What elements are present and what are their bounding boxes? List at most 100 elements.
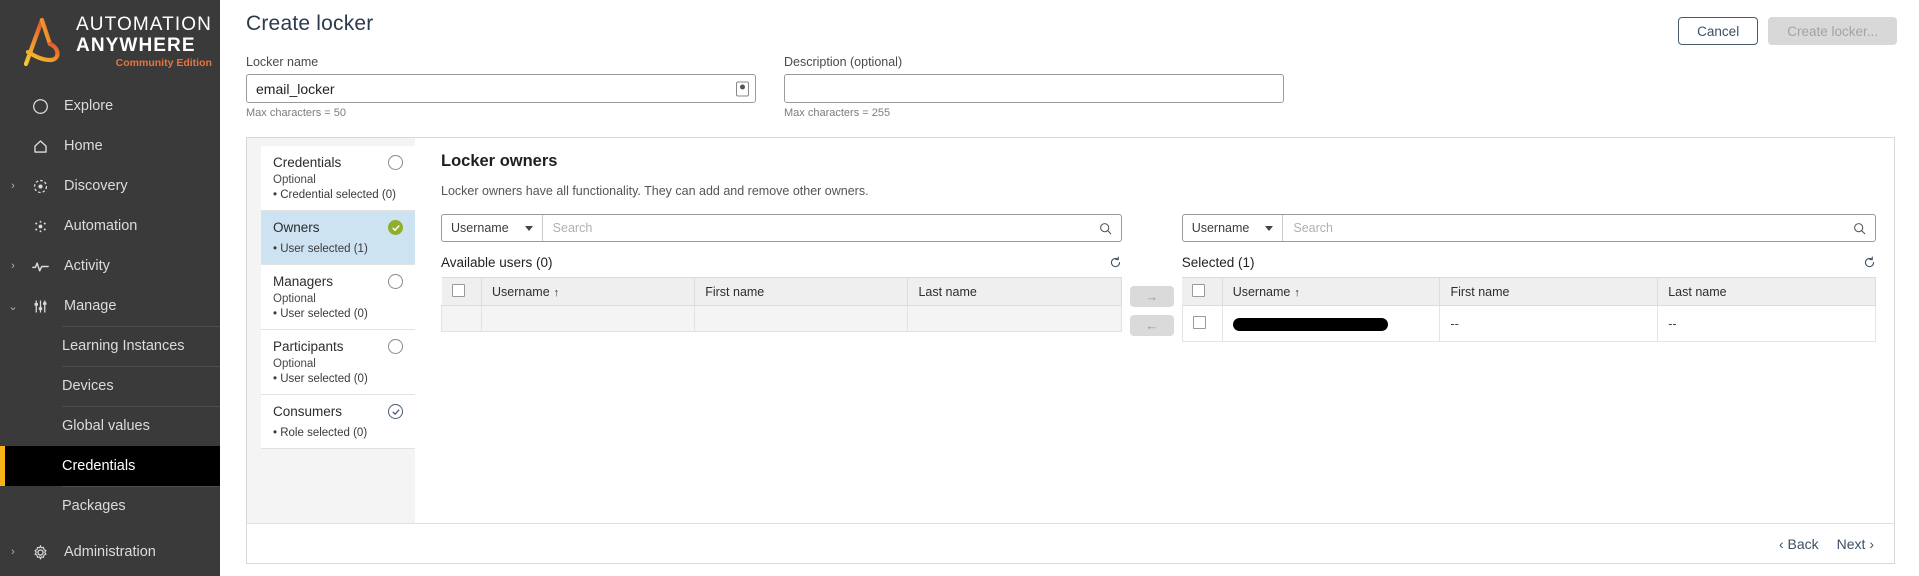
sidebar-item-manage[interactable]: ⌄ Manage — [0, 286, 220, 326]
step-owners-status-check-icon — [388, 220, 403, 235]
search-icon-selected[interactable] — [1844, 222, 1875, 235]
automation-anywhere-logo-icon — [16, 14, 68, 70]
discovery-icon — [26, 178, 54, 195]
sidebar-item-global-values-label: Global values — [62, 418, 150, 434]
description-label: Description (optional) — [784, 55, 903, 69]
refresh-icon-available[interactable] — [1109, 256, 1122, 269]
selected-search-input[interactable] — [1283, 215, 1844, 241]
step-participants-status-circle-icon — [388, 339, 403, 354]
add-selected-button[interactable]: → — [1129, 286, 1174, 307]
sidebar-item-home[interactable]: Home — [0, 126, 220, 166]
selected-search-bar: Username — [1181, 214, 1876, 242]
selected-select-all-header — [1182, 277, 1223, 306]
sidebar-item-packages-label: Packages — [62, 498, 126, 514]
available-select-all-checkbox[interactable] — [451, 283, 465, 297]
sidebar-item-home-label: Home — [64, 138, 103, 154]
available-list-title: Available users (0) — [441, 255, 553, 270]
sidebar-item-learning-instances[interactable]: Learning Instances — [0, 326, 220, 366]
sidebar-item-packages[interactable]: Packages — [0, 486, 220, 526]
sidebar-item-administration[interactable]: › Administration — [0, 532, 220, 572]
sidebar-item-explore[interactable]: Explore — [0, 86, 220, 126]
sidebar-item-activity[interactable]: › Activity — [0, 246, 220, 286]
step-consumers-title: Consumers — [273, 404, 343, 419]
sidebar: AUTOMATION ANYWHERE Community Edition Ex… — [0, 0, 220, 576]
locker-name-picker-icon[interactable] — [736, 81, 749, 96]
selected-filter-dropdown[interactable]: Username — [1183, 215, 1284, 241]
sidebar-item-global-values[interactable]: Global values — [0, 406, 220, 446]
step-managers[interactable]: Managers Optional • User selected (0) — [261, 265, 415, 330]
selected-table-header-row: Username ↑ First name Last name — [1182, 277, 1876, 306]
available-users-table: Username ↑ First name Last name — [441, 277, 1122, 332]
cancel-button[interactable]: Cancel — [1678, 17, 1759, 45]
step-credentials-status-circle-icon — [388, 155, 403, 170]
description-hint: Max characters = 255 — [784, 107, 891, 119]
sidebar-item-credentials[interactable]: Credentials — [0, 446, 220, 486]
available-select-all-header — [441, 277, 482, 306]
create-locker-button: Create locker... — [1768, 17, 1897, 45]
step-consumers-status-check-icon — [388, 404, 403, 419]
available-col-last-name[interactable]: Last name — [907, 277, 1122, 306]
chevron-right-icon-discovery[interactable]: › — [0, 180, 26, 192]
locker-name-label: Locker name — [246, 55, 319, 69]
available-col-first-name[interactable]: First name — [694, 277, 909, 306]
app-root: AUTOMATION ANYWHERE Community Edition Ex… — [0, 0, 1919, 576]
sidebar-item-manage-label: Manage — [64, 298, 117, 314]
home-icon — [26, 138, 54, 155]
step-participants[interactable]: Participants Optional • User selected (0… — [261, 330, 415, 395]
locker-name-field-group: Locker name Max characters = 50 — [246, 55, 756, 119]
back-button[interactable]: ‹ Back — [1779, 536, 1819, 552]
search-icon-available[interactable] — [1090, 222, 1121, 235]
selected-filter-label: Username — [1191, 221, 1250, 235]
step-managers-optional: Optional — [273, 293, 316, 305]
selected-col-last-name[interactable]: Last name — [1657, 277, 1876, 306]
chevron-right-icon-activity[interactable]: › — [0, 260, 26, 272]
selected-col-username[interactable]: Username ↑ — [1222, 277, 1441, 306]
step-list: Credentials Optional • Credential select… — [247, 138, 415, 523]
chevron-down-icon-selected-filter — [1265, 225, 1274, 231]
wizard-footer: ‹ Back Next › — [247, 523, 1894, 563]
brand-logo[interactable]: AUTOMATION ANYWHERE Community Edition — [0, 0, 220, 86]
step-participants-title: Participants — [273, 339, 344, 354]
refresh-icon-selected[interactable] — [1863, 256, 1876, 269]
top-actions: Cancel Create locker... — [1678, 12, 1897, 45]
locker-form: Locker name Max characters = 50 Descript… — [220, 45, 1919, 119]
sidebar-item-explore-label: Explore — [64, 98, 114, 114]
step-managers-sub: • User selected (0) — [273, 308, 368, 320]
available-search-input[interactable] — [542, 215, 1090, 241]
available-filter-dropdown[interactable]: Username — [442, 215, 543, 241]
table-row[interactable]: -- -- — [1181, 305, 1876, 342]
locker-name-input[interactable] — [246, 74, 756, 103]
step-owners[interactable]: Owners • User selected (1) — [261, 211, 415, 265]
sidebar-item-activity-label: Activity — [64, 258, 110, 274]
sidebar-item-devices[interactable]: Devices — [0, 366, 220, 406]
selected-row-checkbox[interactable] — [1192, 315, 1206, 329]
wizard-panel: Credentials Optional • Credential select… — [246, 137, 1895, 564]
description-input[interactable] — [784, 74, 1284, 103]
sidebar-item-discovery[interactable]: › Discovery — [0, 166, 220, 206]
sidebar-item-administration-label: Administration — [64, 544, 156, 560]
remove-selected-button[interactable]: ← — [1129, 315, 1174, 336]
sidebar-nav: Explore Home › Discovery Automation › Ac… — [0, 86, 220, 572]
chevron-down-icon-manage[interactable]: ⌄ — [0, 300, 26, 313]
next-button[interactable]: Next › — [1837, 536, 1874, 552]
sidebar-item-automation[interactable]: Automation — [0, 206, 220, 246]
step-consumers[interactable]: Consumers • Role selected (0) — [261, 395, 415, 449]
selected-row-first-name: -- — [1439, 305, 1659, 342]
automation-icon — [26, 218, 54, 235]
available-col-username[interactable]: Username ↑ — [481, 277, 696, 306]
available-users-column: Username Available users (0) — [441, 214, 1122, 332]
step-credentials[interactable]: Credentials Optional • Credential select… — [261, 146, 415, 211]
selected-row-checkbox-cell — [1181, 305, 1223, 342]
transfer-widget: Username Available users (0) — [441, 214, 1876, 342]
available-list-header: Available users (0) — [441, 255, 1122, 270]
transfer-buttons: → ← — [1122, 214, 1182, 336]
brand-edition: Community Edition — [115, 57, 212, 70]
chevron-down-icon-available-filter — [524, 225, 533, 231]
topbar: Create locker Cancel Create locker... — [220, 0, 1919, 45]
selected-col-first-name[interactable]: First name — [1439, 277, 1659, 306]
step-participants-optional: Optional — [273, 358, 316, 370]
selected-select-all-checkbox[interactable] — [1192, 283, 1206, 297]
available-search-bar: Username — [441, 214, 1122, 242]
chevron-right-icon-administration[interactable]: › — [0, 546, 26, 558]
step-credentials-title: Credentials — [273, 155, 342, 170]
